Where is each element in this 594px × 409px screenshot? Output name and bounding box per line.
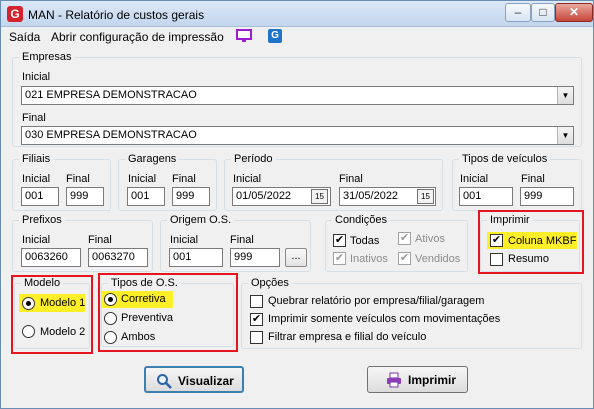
preventiva-radio[interactable] <box>104 312 117 325</box>
opcao-somente-movimentacoes-checkbox[interactable]: ✔ <box>250 313 263 326</box>
menu-bar: Saída Abrir configuração de impressão G <box>1 27 593 47</box>
monitor-icon[interactable] <box>236 29 252 43</box>
app-logo-icon: G <box>7 6 23 22</box>
printer-icon <box>387 372 401 388</box>
prefixos-final-input[interactable]: 0063270 <box>88 248 148 267</box>
garagens-title: Garagens <box>128 153 177 165</box>
filiais-final-label: Final <box>66 173 90 185</box>
chevron-down-icon[interactable]: ▼ <box>557 87 573 104</box>
inativos-checkbox[interactable]: ✔ <box>333 252 346 265</box>
empresa-inicial-label: Inicial <box>22 71 51 83</box>
tipos-os-title: Tipos de O.S. <box>111 277 178 289</box>
preventiva-label: Preventiva <box>121 312 173 324</box>
menu-saida[interactable]: Saída <box>9 30 40 44</box>
magnifier-icon <box>157 374 172 389</box>
origem-os-lookup-button[interactable]: ... <box>285 248 307 267</box>
todas-label: Todas <box>350 235 380 247</box>
prefixos-inicial-label: Inicial <box>22 234 51 246</box>
vendidos-label: Vendidos <box>415 253 461 265</box>
opcao-quebrar-checkbox[interactable] <box>250 295 263 308</box>
empresas-title: Empresas <box>22 51 72 63</box>
filiais-final-input[interactable]: 999 <box>66 187 104 206</box>
imprimir-label: Imprimir <box>408 373 457 387</box>
opcao-somente-movimentacoes-label: Imprimir somente veículos com movimentaç… <box>268 313 501 325</box>
calendar-icon[interactable]: 15 <box>311 189 328 204</box>
tipos-veiculos-final-label: Final <box>521 173 545 185</box>
window-title: MAN - Relatório de custos gerais <box>28 8 205 22</box>
garagens-inicial-input[interactable]: 001 <box>127 187 165 206</box>
periodo-title: Período <box>234 153 273 165</box>
periodo-inicial-label: Inicial <box>233 173 262 185</box>
opcao-filtrar-checkbox[interactable] <box>250 331 263 344</box>
garagens-final-input[interactable]: 999 <box>172 187 210 206</box>
empresa-inicial-select[interactable]: 021 EMPRESA DEMONSTRACAO ▼ <box>21 86 574 105</box>
filiais-inicial-label: Inicial <box>22 173 51 185</box>
empresa-final-value: 030 EMPRESA DEMONSTRACAO <box>25 129 197 141</box>
modelo-group: Modelo <box>14 277 90 349</box>
tipos-veiculos-inicial-input[interactable]: 001 <box>459 187 513 206</box>
todas-checkbox[interactable]: ✔ <box>333 234 346 247</box>
coluna-mkbf-checkbox[interactable]: ✔ <box>490 234 503 247</box>
prefixos-inicial-input[interactable]: 0063260 <box>21 248 81 267</box>
resumo-label: Resumo <box>508 253 549 265</box>
opcoes-title: Opções <box>251 277 289 289</box>
resumo-checkbox[interactable] <box>490 253 503 266</box>
filiais-title: Filiais <box>22 153 51 165</box>
empresa-final-label: Final <box>22 112 46 124</box>
imprimir-button[interactable]: Imprimir <box>367 366 468 393</box>
ambos-label: Ambos <box>121 331 156 343</box>
ativos-label: Ativos <box>415 233 445 245</box>
modelo-title: Modelo <box>24 277 61 289</box>
inativos-label: Inativos <box>350 253 388 265</box>
periodo-final-label: Final <box>339 173 363 185</box>
modelo-1-radio[interactable] <box>22 297 35 310</box>
g-logo-icon[interactable]: G <box>268 29 282 43</box>
vendidos-checkbox[interactable]: ✔ <box>398 252 411 265</box>
opcao-filtrar-label: Filtrar empresa e filial do veículo <box>268 331 427 343</box>
origem-os-final-label: Final <box>230 234 254 246</box>
filiais-inicial-input[interactable]: 001 <box>21 187 59 206</box>
minimize-button[interactable]: – <box>505 3 531 22</box>
menu-abrir-configuracao[interactable]: Abrir configuração de impressão <box>51 30 224 44</box>
prefixos-final-label: Final <box>88 234 112 246</box>
tipos-veiculos-title: Tipos de veículos <box>462 153 548 165</box>
tipos-veiculos-inicial-label: Inicial <box>460 173 489 185</box>
modelo-2-radio[interactable] <box>22 325 35 338</box>
modelo-2-label: Modelo 2 <box>40 326 86 338</box>
chevron-down-icon[interactable]: ▼ <box>557 127 573 144</box>
prefixos-title: Prefixos <box>22 214 62 226</box>
origem-os-inicial-input[interactable]: 001 <box>169 248 223 267</box>
garagens-inicial-label: Inicial <box>128 173 157 185</box>
garagens-final-label: Final <box>172 173 196 185</box>
origem-os-inicial-label: Inicial <box>170 234 199 246</box>
report-window: G MAN - Relatório de custos gerais – □ ✕… <box>0 0 594 409</box>
coluna-mkbf-label: Coluna MKBF <box>508 235 577 247</box>
visualizar-label: Visualizar <box>178 374 234 388</box>
calendar-icon[interactable]: 15 <box>417 189 434 204</box>
modelo-1-label: Modelo 1 <box>40 297 86 309</box>
empresa-final-select[interactable]: 030 EMPRESA DEMONSTRACAO ▼ <box>21 126 574 145</box>
title-bar: G MAN - Relatório de custos gerais – □ ✕ <box>1 1 593 27</box>
corretiva-radio[interactable] <box>104 293 117 306</box>
ambos-radio[interactable] <box>104 331 117 344</box>
close-button[interactable]: ✕ <box>555 3 593 22</box>
origem-os-final-input[interactable]: 999 <box>230 248 280 267</box>
empresa-inicial-value: 021 EMPRESA DEMONSTRACAO <box>25 89 197 101</box>
visualizar-button[interactable]: Visualizar <box>144 366 244 393</box>
opcao-quebrar-label: Quebrar relatório por empresa/filial/gar… <box>268 295 485 307</box>
origem-os-title: Origem O.S. <box>170 214 232 226</box>
tipos-veiculos-final-input[interactable]: 999 <box>520 187 574 206</box>
condicoes-title: Condições <box>335 214 387 226</box>
ativos-checkbox[interactable]: ✔ <box>398 232 411 245</box>
maximize-button[interactable]: □ <box>531 3 555 22</box>
corretiva-label: Corretiva <box>121 293 166 305</box>
